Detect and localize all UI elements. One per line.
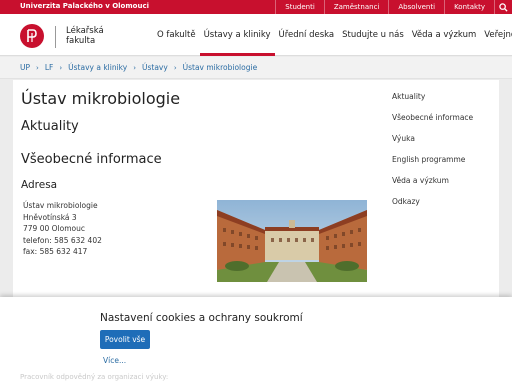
- site-header: Lékařská fakulta O fakultě Ústavy a klin…: [0, 14, 512, 56]
- search-icon[interactable]: [494, 0, 512, 14]
- address-line: Hněvotínská 3: [23, 212, 77, 222]
- nav-science-research[interactable]: Věda a výzkum: [408, 14, 480, 56]
- address-line: 779 00 Olomouc: [23, 224, 85, 233]
- top-link-alumni[interactable]: Absolventi: [388, 0, 444, 14]
- page-title: Ústav mikrobiologie: [21, 89, 181, 108]
- sidebar-item-science-research[interactable]: Věda a výzkum: [392, 176, 473, 197]
- address-heading: Adresa: [21, 179, 58, 191]
- breadcrumb-current[interactable]: Ústav mikrobiologie: [183, 63, 258, 72]
- nav-study[interactable]: Studujte u nás: [338, 14, 408, 56]
- top-link-students[interactable]: Studenti: [275, 0, 324, 14]
- chevron-right-icon: ›: [59, 63, 63, 72]
- accept-all-cookies-button[interactable]: Povolit vše: [100, 330, 150, 349]
- breadcrumb: UP › LF › Ústavy a kliniky › Ústavy › Ús…: [0, 57, 512, 79]
- nav-official-board[interactable]: Úřední deska: [275, 14, 339, 56]
- chevron-right-icon: ›: [36, 63, 39, 72]
- faculty-name[interactable]: Lékařská fakulta: [66, 26, 104, 46]
- main-nav: O fakultě Ústavy a kliniky Úřední deska …: [153, 14, 512, 56]
- address-block: Ústav mikrobiologie Hněvotínská 3 779 00…: [23, 200, 102, 258]
- sidebar-item-links[interactable]: Odkazy: [392, 197, 473, 218]
- main-content: Ústav mikrobiologie Aktuality Všeobecné …: [13, 80, 499, 310]
- top-links: Studenti Zaměstnanci Absolventi Kontakty: [275, 0, 512, 14]
- sidebar-item-general-info[interactable]: Všeobecné informace: [392, 113, 473, 134]
- section-heading-news: Aktuality: [21, 119, 79, 134]
- faculty-name-line1: Lékařská: [66, 26, 104, 36]
- cookie-more-link[interactable]: Více...: [103, 356, 126, 365]
- sidebar-item-english-programme[interactable]: English programme: [392, 155, 473, 176]
- address-line: Ústav mikrobiologie: [23, 201, 98, 210]
- nav-institutes-clinics[interactable]: Ústavy a kliniky: [199, 14, 275, 56]
- address-line: telefon: 585 632 402: [23, 235, 102, 245]
- breadcrumb-item[interactable]: UP: [20, 63, 30, 72]
- section-heading-general-info: Všeobecné informace: [21, 152, 162, 167]
- sidebar-menu: Aktuality Všeobecné informace Výuka Engl…: [392, 92, 473, 218]
- breadcrumb-item[interactable]: Ústavy: [142, 63, 168, 72]
- faculty-name-line2: fakulta: [66, 36, 96, 46]
- top-link-contacts[interactable]: Kontakty: [444, 0, 494, 14]
- building-photo: [217, 200, 367, 282]
- obscured-background-text: Pracovník odpovědný za organizaci výuky:: [20, 373, 169, 381]
- nav-about-faculty[interactable]: O fakultě: [153, 14, 200, 56]
- cookie-banner: Nastavení cookies a ochrany soukromí Pov…: [0, 297, 512, 384]
- address-line: fax: 585 632 417: [23, 247, 88, 256]
- logo-divider: [55, 26, 56, 48]
- university-name[interactable]: Univerzita Palackého v Olomouci: [20, 2, 149, 10]
- breadcrumb-item[interactable]: LF: [45, 63, 54, 72]
- up-logo-icon[interactable]: [20, 24, 44, 48]
- sidebar-item-teaching[interactable]: Výuka: [392, 134, 473, 155]
- top-link-employees[interactable]: Zaměstnanci: [323, 0, 389, 14]
- chevron-right-icon: ›: [173, 63, 177, 72]
- chevron-right-icon: ›: [133, 63, 136, 72]
- nav-public[interactable]: Veřejnost: [480, 14, 512, 56]
- cookie-banner-title: Nastavení cookies a ochrany soukromí: [100, 312, 303, 324]
- top-bar: Univerzita Palackého v Olomouci Studenti…: [0, 0, 512, 14]
- breadcrumb-item[interactable]: Ústavy a kliniky: [68, 63, 127, 72]
- sidebar-item-news[interactable]: Aktuality: [392, 92, 473, 113]
